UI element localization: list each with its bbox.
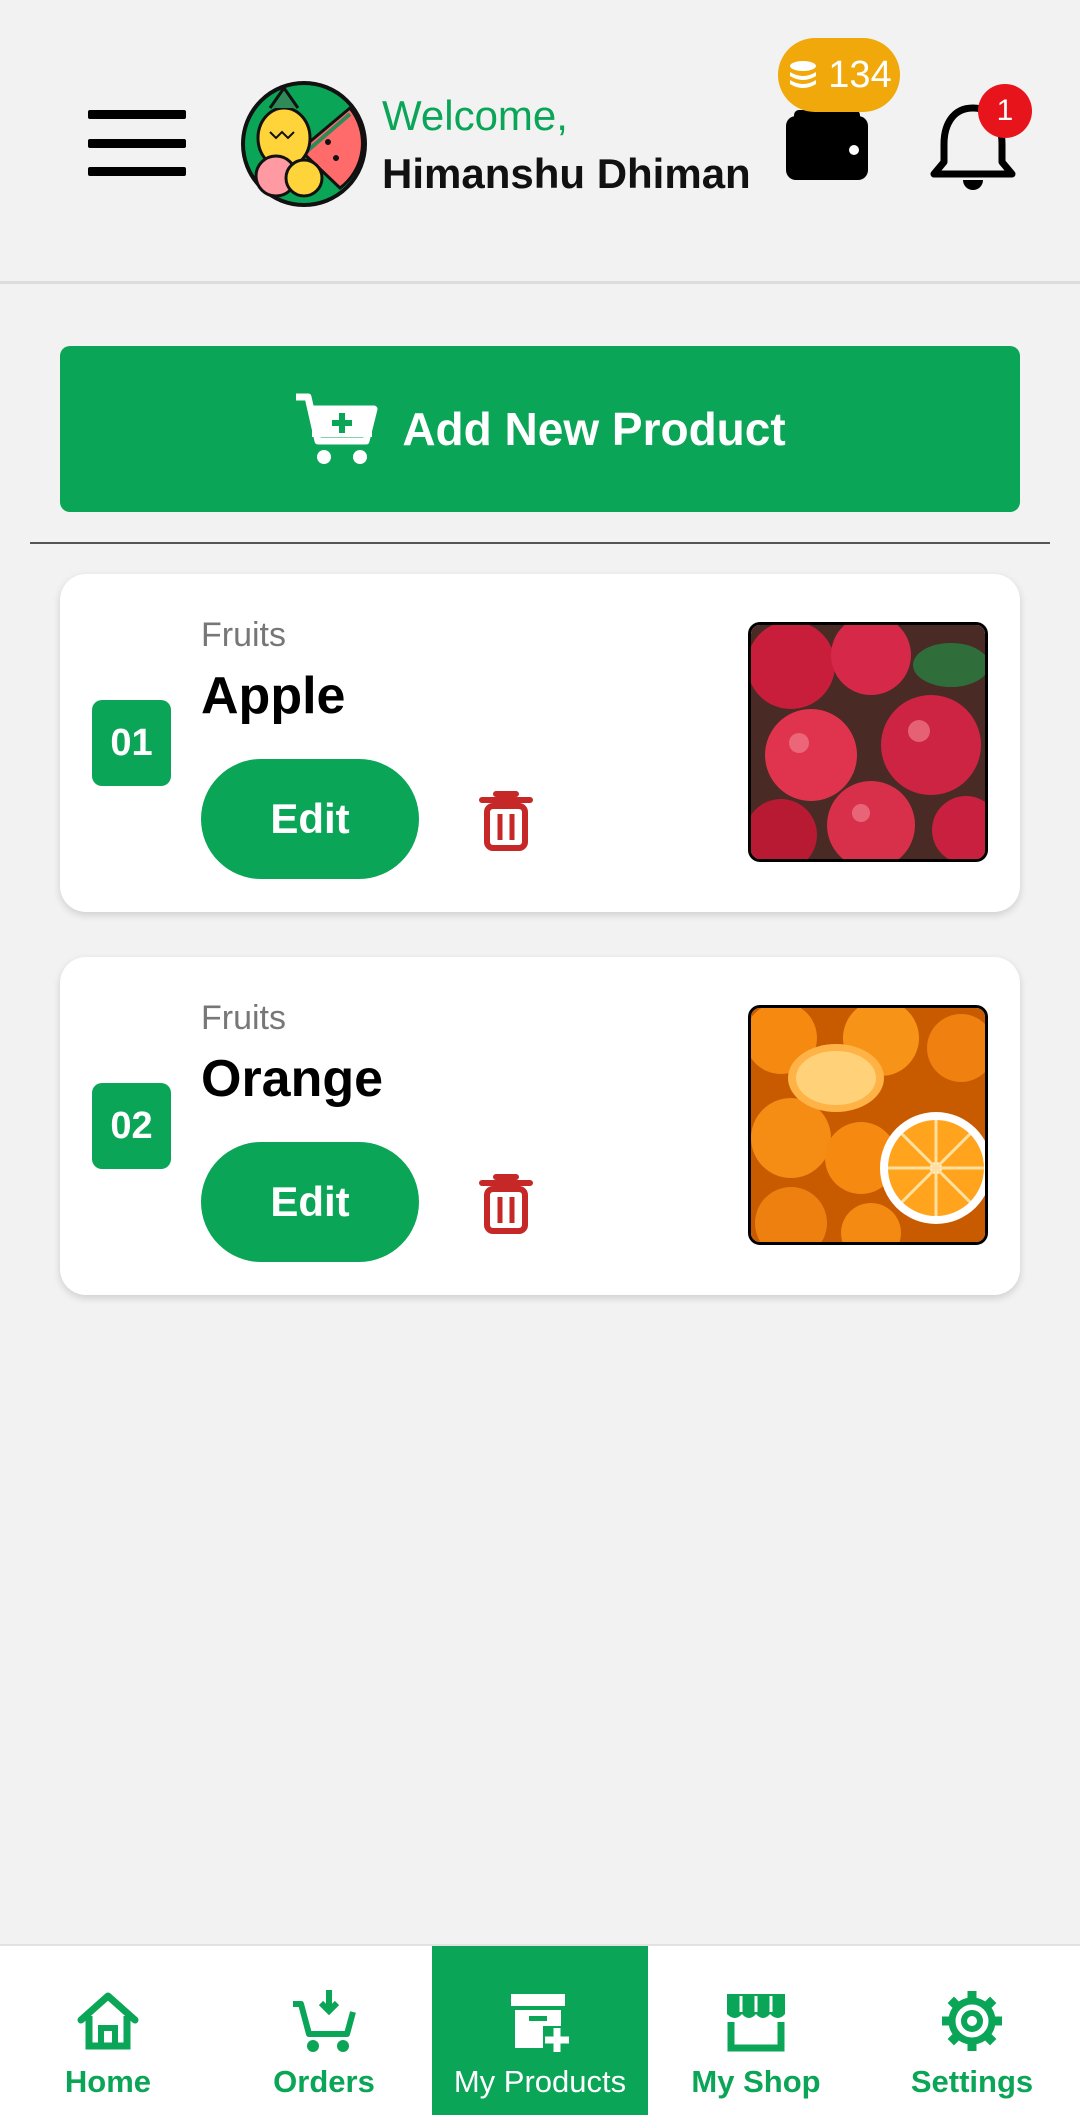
nav-home-label: Home bbox=[64, 2064, 152, 2099]
gear-icon bbox=[942, 1991, 1002, 2051]
fruit-logo bbox=[241, 81, 367, 207]
nav-settings[interactable]: Settings bbox=[864, 1946, 1080, 2115]
coins-icon bbox=[790, 61, 817, 88]
nav-settings-label: Settings bbox=[910, 2064, 1034, 2099]
divider bbox=[30, 542, 1050, 544]
orange-photo bbox=[748, 1005, 988, 1245]
user-name: Himanshu Dhiman bbox=[382, 150, 751, 197]
nav-orders-label: Orders bbox=[273, 2064, 375, 2099]
notification-badge: 1 bbox=[978, 84, 1032, 138]
add-new-product-button[interactable]: Add New Product bbox=[60, 346, 1020, 512]
edit-button[interactable]: Edit bbox=[201, 1142, 419, 1262]
edit-button[interactable]: Edit bbox=[201, 759, 419, 879]
product-index: 01 bbox=[92, 700, 171, 786]
product-index: 02 bbox=[92, 1083, 171, 1169]
shop-icon bbox=[727, 1994, 785, 2052]
nav-orders[interactable]: Orders bbox=[216, 1946, 432, 2115]
trash-icon[interactable] bbox=[478, 788, 534, 852]
product-card[interactable]: 01 Fruits Apple Edit bbox=[60, 574, 1020, 912]
nav-my-shop[interactable]: My Shop bbox=[648, 1946, 864, 2115]
add-new-product-label: Add New Product bbox=[402, 403, 786, 455]
nav-home[interactable]: Home bbox=[0, 1946, 216, 2115]
coin-balance: 134 bbox=[828, 53, 892, 96]
coin-balance-badge[interactable]: 134 bbox=[778, 38, 900, 112]
wallet-icon[interactable] bbox=[784, 108, 870, 182]
product-name: Orange bbox=[201, 1050, 384, 1108]
nav-my-shop-label: My Shop bbox=[691, 2064, 821, 2099]
product-card[interactable]: 02 Fruits Orange Edit bbox=[60, 957, 1020, 1295]
product-name: Apple bbox=[201, 667, 346, 725]
cart-download-icon bbox=[293, 1990, 356, 2052]
product-category: Fruits bbox=[201, 999, 286, 1037]
nav-my-products-label: My Products bbox=[453, 2064, 627, 2099]
product-category: Fruits bbox=[201, 616, 286, 654]
cart-plus-icon bbox=[296, 393, 378, 464]
nav-my-products[interactable]: My Products bbox=[432, 1946, 648, 2115]
app-header: Welcome, Himanshu Dhiman 134 1 bbox=[0, 0, 1080, 284]
menu-icon[interactable] bbox=[88, 110, 186, 176]
bottom-navigation: Home Orders My Products My Shop Settings bbox=[0, 1944, 1080, 2115]
home-icon bbox=[77, 1992, 139, 2050]
trash-icon[interactable] bbox=[478, 1171, 534, 1235]
apple-photo bbox=[748, 622, 988, 862]
box-plus-icon bbox=[511, 1994, 569, 2052]
welcome-text: Welcome, bbox=[382, 92, 568, 139]
